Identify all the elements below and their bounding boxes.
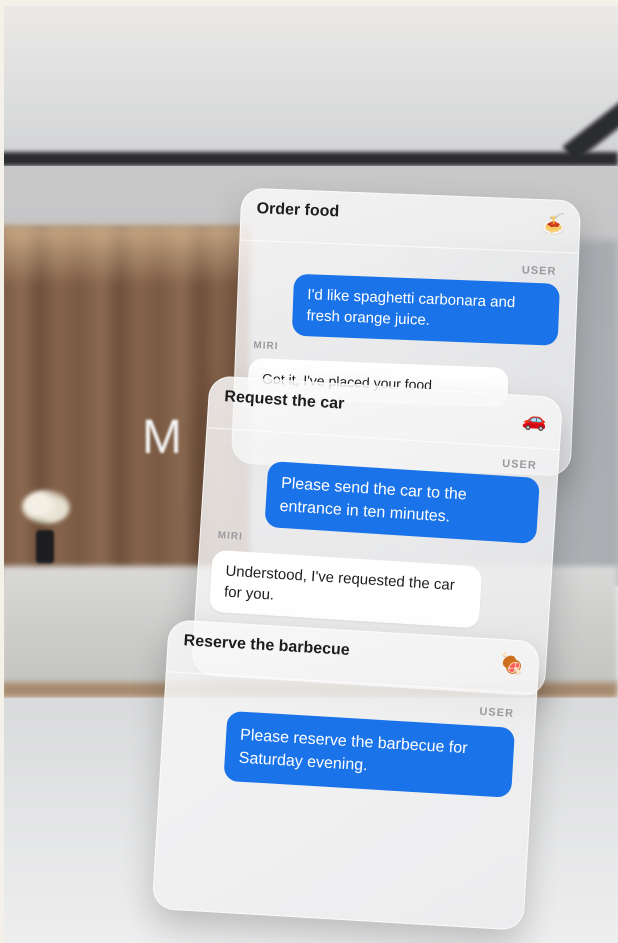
lobby-scene: M Order food 🍝 USER I'd like spaghetti c…	[0, 0, 618, 943]
wall-sign-letter: M	[142, 411, 184, 464]
flower-arrangement	[22, 490, 70, 524]
user-label: USER	[479, 705, 515, 720]
spaghetti-icon: 🍝	[540, 213, 567, 237]
card-title: Order food	[256, 200, 340, 221]
frame-border-top	[0, 0, 618, 6]
wall-light-glow	[0, 226, 250, 286]
assistant-label: MIRI	[217, 530, 244, 543]
card-title: Request the car	[223, 388, 345, 413]
card-title: Reserve the barbecue	[183, 632, 351, 659]
barbecue-icon: 🍖	[498, 652, 525, 677]
user-message-bubble: I'd like spaghetti carbonara and fresh o…	[291, 273, 560, 346]
ceiling	[0, 0, 618, 170]
assistant-message-bubble: Understood, I've requested the car for y…	[208, 549, 483, 629]
assistant-label: MIRI	[253, 340, 279, 353]
user-message-bubble: Please reserve the barbecue for Saturday…	[223, 710, 516, 798]
chat-card-reserve-barbecue[interactable]: Reserve the barbecue 🍖 USER Please reser…	[151, 619, 541, 931]
user-label: USER	[501, 457, 538, 472]
user-message-bubble: Please send the car to the entrance in t…	[264, 461, 540, 544]
user-label: USER	[521, 264, 557, 278]
vase	[36, 530, 54, 564]
ceiling-cove	[0, 152, 618, 166]
car-icon: 🚗	[521, 408, 548, 433]
frame-border-left	[0, 0, 4, 943]
